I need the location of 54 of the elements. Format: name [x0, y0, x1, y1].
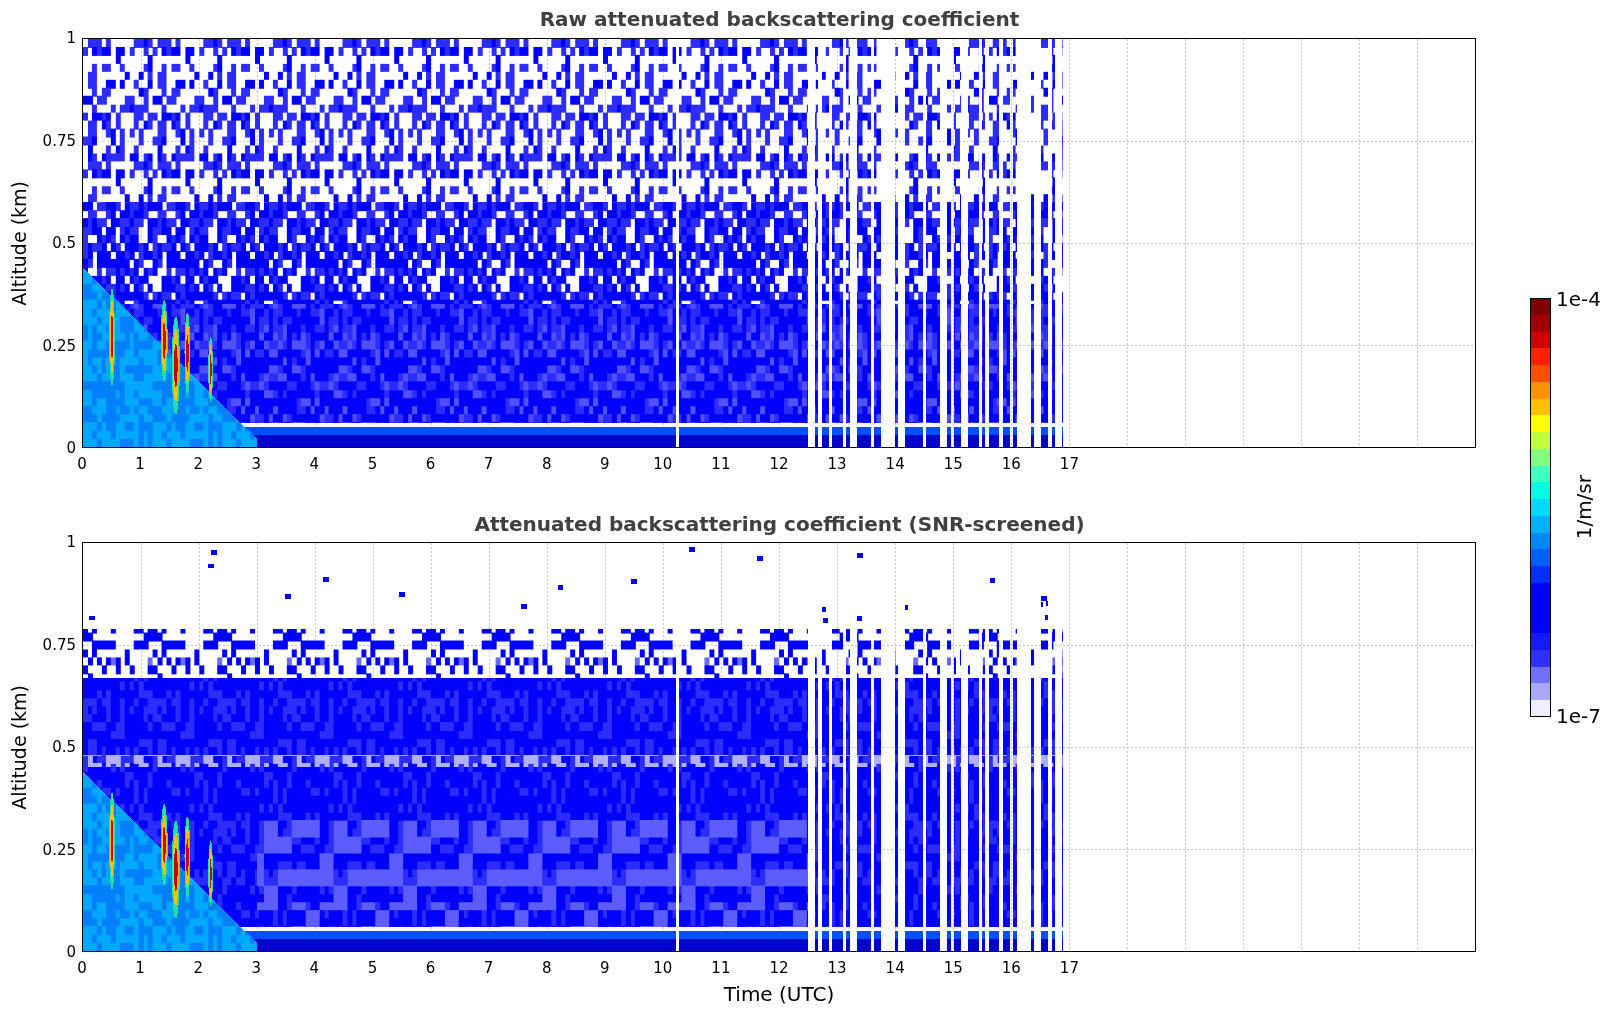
tick-label: 1e-7 [1556, 704, 1602, 728]
tick-label: 11 [711, 455, 731, 473]
tick-label: 13 [827, 455, 847, 473]
tick-label: 5 [367, 455, 378, 473]
tick-label: 12 [769, 455, 789, 473]
tick-label: 2 [193, 959, 203, 977]
tick-label: 8 [541, 959, 552, 977]
tick-label: 0.75 [42, 635, 76, 654]
tick-label: 14 [885, 959, 905, 977]
tick-label: 0.5 [52, 738, 76, 756]
tick-label: 9 [600, 455, 610, 473]
tick-label: 1 [135, 455, 145, 473]
tick-label: 0 [77, 959, 87, 977]
tick-label: 0.25 [42, 840, 76, 859]
tick-label: 14 [885, 455, 905, 473]
tick-label: 7 [483, 455, 494, 473]
tick-label: 4 [309, 959, 320, 977]
chart-title: Attenuated backscattering coefficient (SNR-screened) [474, 512, 1085, 536]
tick-label: 4 [309, 455, 320, 473]
tick-label: 9 [600, 959, 610, 977]
tick-label: 10 [653, 455, 673, 473]
tick-label: 16 [1001, 455, 1021, 473]
tick-label: 6 [425, 455, 436, 473]
tick-label: 0.25 [42, 336, 76, 355]
tick-label: 10 [653, 959, 673, 977]
tick-label: 7 [483, 959, 494, 977]
axis-label: Altitude (km) [8, 180, 30, 306]
tick-label: 0.75 [42, 131, 76, 150]
tick-label: 2 [193, 455, 203, 473]
tick-label: 0 [66, 943, 76, 961]
tick-label: 11 [711, 959, 731, 977]
chart-title: Raw attenuated backscattering coefficient [539, 7, 1020, 31]
tick-label: 6 [425, 959, 436, 977]
tick-label: 12 [769, 959, 789, 977]
tick-label: 0.5 [52, 234, 76, 252]
tick-label: 0 [77, 455, 87, 473]
tick-label: 17 [1059, 959, 1079, 977]
tick-label: 17 [1059, 455, 1079, 473]
tick-label: 5 [367, 959, 378, 977]
axis-label: 1/m/sr [1571, 475, 1596, 540]
tick-label: 1e-4 [1556, 287, 1602, 311]
tick-label: 3 [251, 455, 261, 473]
tick-label: 1 [66, 533, 76, 551]
axis-label: Altitude (km) [8, 684, 30, 810]
tick-label: 3 [251, 959, 261, 977]
tick-label: 16 [1001, 959, 1021, 977]
tick-label: 15 [943, 455, 963, 473]
tick-label: 13 [827, 959, 847, 977]
tick-label: 8 [541, 455, 552, 473]
tick-label: 0 [66, 439, 76, 457]
tick-label: 1 [135, 959, 145, 977]
tick-label: 1 [66, 29, 76, 47]
axis-label: Time (UTC) [723, 982, 835, 1008]
tick-label: 15 [943, 959, 963, 977]
